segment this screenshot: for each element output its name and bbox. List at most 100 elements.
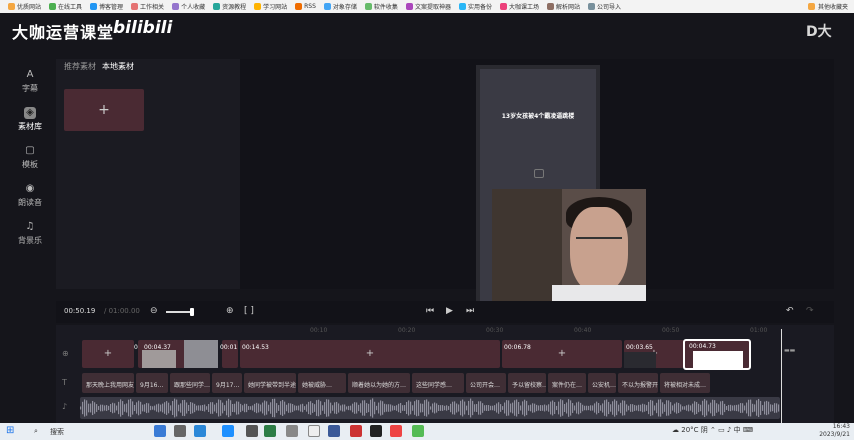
bookmark-item[interactable]: 解析网站 — [546, 2, 580, 11]
tab-local[interactable]: 本地素材 — [102, 61, 134, 72]
subtitle-clip[interactable]: 她被威胁… — [298, 373, 346, 393]
zoom-slider-thumb[interactable] — [190, 308, 194, 316]
app-icon[interactable] — [370, 425, 382, 437]
system-tray[interactable]: ☁ 20°C 阴 ⌃ ▭ ♪ 中 ⌨ — [672, 425, 753, 435]
template-icon: ▢ — [25, 145, 35, 156]
folder-icon — [295, 3, 303, 10]
sidebar-item-label: 背景乐 — [18, 236, 42, 245]
bookmark-item[interactable]: 软件收集 — [364, 2, 398, 11]
playhead[interactable] — [781, 329, 782, 425]
sidebar-item-subtitle[interactable]: A 字幕 — [6, 69, 54, 105]
taskbar: ⊞ ⌕ 搜索 ☁ 20°C 阴 ⌃ ▭ ♪ 中 ⌨ 16:43 2023/9/2… — [0, 423, 854, 440]
tab-recommended[interactable]: 推荐素材 — [64, 61, 96, 72]
bookmarks-bar: 优质网站 在线工具 博客管理 工作相关 个人收藏 资源教程 学习网站 RSS 对象存储 软件收集 文… — [0, 0, 854, 13]
app-icon[interactable] — [308, 425, 320, 437]
sidebar-item-voice[interactable]: ◉ 朗读音 — [6, 183, 54, 219]
subtitle-clip[interactable]: 跟那些同学… — [170, 373, 210, 393]
sidebar-item-template[interactable]: ▢ 模板 — [6, 145, 54, 181]
clock[interactable]: 16:43 2023/9/21 — [819, 423, 850, 439]
bookmark-item[interactable]: 学习网站 — [254, 2, 287, 11]
subtitle-clip[interactable]: 予以留校察… — [508, 373, 546, 393]
bookmark-item[interactable]: 资源教程 — [213, 2, 246, 11]
subtitle-clip[interactable]: 她同学被带到半途… — [244, 373, 296, 393]
zoom-slider[interactable] — [166, 311, 192, 313]
brand-logo: D大 — [806, 24, 832, 40]
folder-icon — [49, 3, 57, 10]
app-icon[interactable] — [264, 425, 276, 437]
subtitle-clip[interactable]: 那天晚上我用网友… — [82, 373, 134, 393]
bookmark-item[interactable]: 文案提取神器 — [405, 2, 451, 11]
voice-icon: ◉ — [25, 183, 35, 194]
app-icon[interactable] — [412, 425, 424, 437]
clip-label: 00:04.73 — [689, 343, 716, 350]
next-frame-icon[interactable]: ⏭ — [466, 306, 474, 316]
subtitle-clip[interactable]: 这些同学感… — [412, 373, 464, 393]
taskbar-search[interactable]: 搜索 — [22, 425, 122, 438]
app-icon[interactable] — [328, 425, 340, 437]
bookmark-item[interactable]: RSS — [295, 3, 316, 10]
sidebar-item-music[interactable]: ♫ 背景乐 — [6, 221, 54, 257]
bookmark-label: 公司导入 — [597, 4, 622, 11]
folder-icon — [323, 3, 331, 10]
subtitle-clip[interactable]: 公安机… — [588, 373, 616, 393]
bookmark-label: RSS — [304, 3, 316, 10]
other-bookmarks[interactable]: 其他收藏夹 — [807, 2, 848, 11]
bookmark-item[interactable]: 在线工具 — [49, 2, 82, 11]
app-icon[interactable] — [246, 425, 258, 437]
subtitle-clip[interactable]: 案件仍在… — [548, 373, 586, 393]
video-clip[interactable]: + — [82, 340, 134, 368]
bookmark-item[interactable]: 公司导入 — [588, 2, 621, 11]
audio-track[interactable] — [80, 397, 780, 419]
bookmark-label: 工作相关 — [140, 4, 165, 11]
sidebar-item-material[interactable]: ◈ 素材库 — [6, 107, 54, 143]
bookmark-item[interactable]: 优质网站 — [8, 2, 41, 11]
app-icon[interactable] — [154, 425, 166, 437]
bookmark-label: 其他收藏夹 — [817, 4, 848, 11]
video-track-icon: ⊕ — [62, 349, 69, 358]
bookmark-item[interactable]: 个人收藏 — [172, 2, 205, 11]
edge-icon[interactable] — [222, 425, 234, 437]
subtitle-clip[interactable]: 将被相对未成… — [660, 373, 710, 393]
prev-frame-icon[interactable]: ⏮ — [426, 306, 434, 316]
bookmark-label: 资源教程 — [222, 4, 247, 11]
redo-icon[interactable]: ↷ — [806, 306, 814, 316]
clip-label: 00:03.65 — [626, 344, 653, 351]
bookmark-label: 软件收集 — [373, 4, 398, 11]
video-clip[interactable]: + — [240, 340, 500, 368]
subtitle-clip[interactable]: 9月16… — [136, 373, 168, 393]
app-icon[interactable] — [286, 425, 298, 437]
search-label: 搜索 — [50, 428, 64, 436]
webcam-overlay — [492, 189, 646, 311]
windows-start-icon[interactable]: ⊞ — [6, 425, 14, 436]
audio-track-icon: ♪ — [62, 402, 68, 411]
subtitle-clip[interactable]: 公司开会… — [466, 373, 506, 393]
split-icon[interactable]: [ ] — [244, 306, 254, 316]
app-icon[interactable] — [194, 425, 206, 437]
ruler-tick: 00:50 — [662, 327, 680, 334]
subtitle-clip[interactable]: 9月17… — [212, 373, 242, 393]
app-icon[interactable] — [390, 425, 402, 437]
subtitle-clip[interactable]: 不以为报警开… — [618, 373, 658, 393]
subtitle-clip[interactable]: 顺着她以为她的方… — [348, 373, 410, 393]
play-icon[interactable]: ▶ — [446, 306, 453, 316]
folder-icon — [131, 3, 139, 10]
zoom-in-icon[interactable]: ⊕ — [226, 306, 234, 316]
bookmark-item[interactable]: 工作相关 — [131, 2, 164, 11]
folder-icon — [172, 3, 180, 10]
bookmark-item[interactable]: 对象存储 — [323, 2, 357, 11]
bookmark-label: 对象存储 — [332, 4, 357, 11]
folder-icon — [588, 3, 595, 10]
bookmark-item[interactable]: 博客管理 — [90, 2, 123, 11]
app-icon[interactable] — [350, 425, 362, 437]
add-material-button[interactable]: + — [64, 89, 144, 131]
zoom-out-icon[interactable]: ⊖ — [150, 306, 158, 316]
left-nav: A 字幕 ◈ 素材库 ▢ 模板 ◉ 朗读音 ♫ 背景乐 — [0, 51, 60, 423]
bookmark-item[interactable]: 大咖课工场 — [499, 2, 539, 11]
playback-bar: 00:50.19 / 01:00.00 ⊖ ⊕ [ ] ⏮ ▶ ⏭ ↶ ↷ — [56, 301, 834, 323]
undo-icon[interactable]: ↶ — [786, 306, 794, 316]
selected-clip[interactable]: 00:04.73 — [683, 339, 751, 370]
current-time: 00:50.19 — [64, 307, 96, 315]
bookmark-item[interactable]: 实用备份 — [458, 2, 492, 11]
app-icon[interactable] — [174, 425, 186, 437]
bilibili-logo: bilibili — [113, 18, 173, 38]
